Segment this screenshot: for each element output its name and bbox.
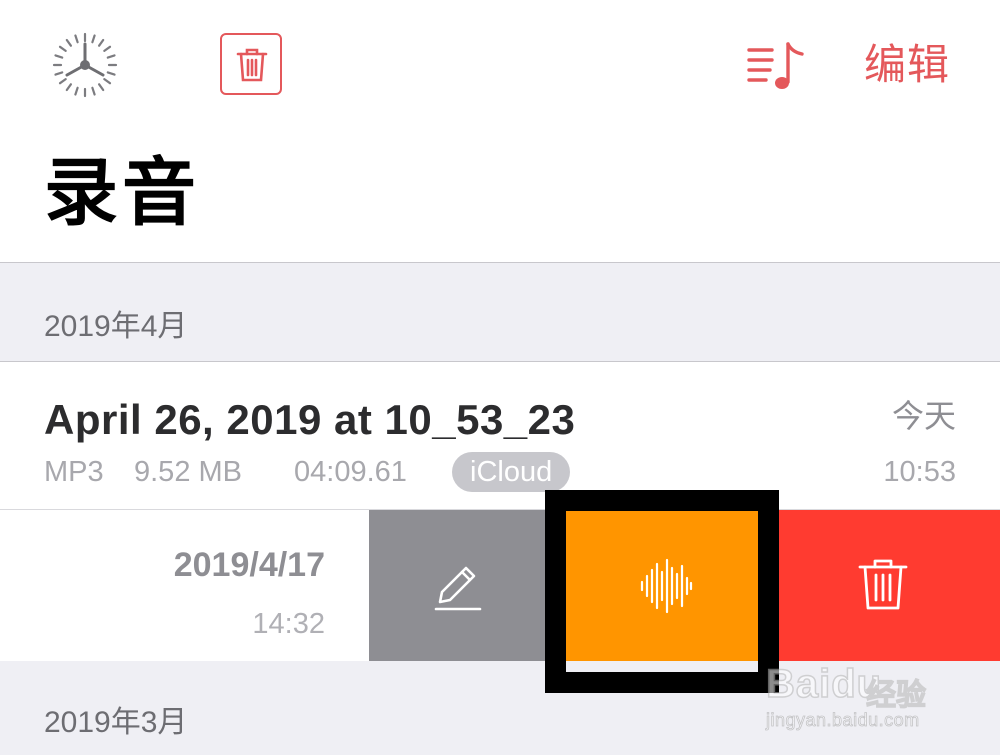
playlist-music-icon[interactable] xyxy=(746,38,806,94)
edit-button[interactable]: 编辑 xyxy=(864,40,950,90)
icloud-badge: iCloud xyxy=(452,452,571,492)
waveform-icon xyxy=(640,558,693,614)
section-header: 2019年4月 xyxy=(0,262,1000,362)
section-label: 2019年4月 xyxy=(44,310,188,343)
trash-icon[interactable] xyxy=(220,33,282,95)
watermark-url: jingyan.baidu.com xyxy=(766,710,920,731)
recording-size: 9.52 MB xyxy=(134,456,242,488)
delete-action-button[interactable] xyxy=(778,510,1000,661)
section-label: 2019年3月 xyxy=(44,706,188,739)
watermark-brand: Baidu xyxy=(765,661,883,707)
recording-format: MP3 xyxy=(44,456,104,488)
top-toolbar: 编辑 xyxy=(0,0,1000,130)
watermark-sub: 经验 xyxy=(865,678,926,712)
recording-duration: 04:09.61 xyxy=(294,456,407,488)
rename-action-button[interactable] xyxy=(369,510,545,661)
recording-title: April 26, 2019 at 10_53_23 xyxy=(44,396,576,443)
page-title: 录音 xyxy=(44,151,200,234)
recording-date: 今天 xyxy=(891,398,956,434)
recording-row[interactable]: April 26, 2019 at 10_53_23 今天 MP3 9.52 M… xyxy=(0,362,1000,510)
recording-row-swiped[interactable]: 2019/4/17 14:32 xyxy=(0,510,1000,661)
recording-time: 14:32 xyxy=(252,608,325,640)
edit-waveform-action-button[interactable] xyxy=(545,510,778,661)
settings-dial-icon[interactable] xyxy=(52,32,118,98)
recording-date: 2019/4/17 xyxy=(173,546,325,584)
pencil-icon xyxy=(434,566,482,611)
baidu-watermark: Baidu 经验 jingyan.baidu.com xyxy=(765,648,956,738)
trash-icon xyxy=(858,559,908,610)
recording-time: 10:53 xyxy=(883,456,956,488)
